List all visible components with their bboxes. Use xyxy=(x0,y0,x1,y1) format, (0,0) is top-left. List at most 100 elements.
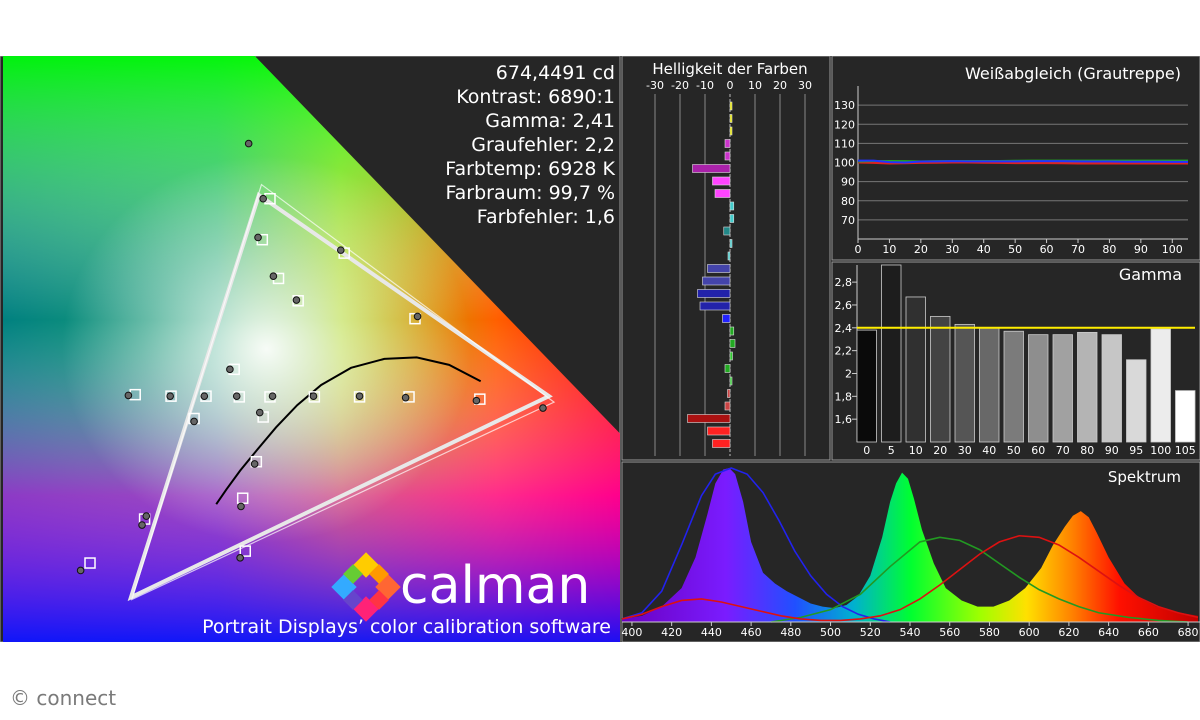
brightness-bar xyxy=(687,414,731,423)
wb-y-tick-label: 110 xyxy=(834,137,855,150)
wb-x-tick-label: 10 xyxy=(882,243,896,256)
stat-color-error: Farbfehler: 1,6 xyxy=(477,206,615,228)
brightness-bar xyxy=(707,426,731,436)
wb-y-tick-label: 100 xyxy=(834,157,855,170)
gamma-y-tick-label: 2,2 xyxy=(835,345,853,358)
gamma-x-tick-label: 50 xyxy=(1007,444,1021,457)
measured-point xyxy=(269,272,278,281)
gamma-bar xyxy=(930,315,951,443)
measured-point xyxy=(244,139,253,148)
wb-x-tick-label: 20 xyxy=(914,243,928,256)
brightness-bar xyxy=(729,351,733,361)
brightness-bar xyxy=(729,126,733,136)
gamma-x-tick-label: 40 xyxy=(982,444,996,457)
spectrum-title: Spektrum xyxy=(1108,468,1181,486)
gamma-bar xyxy=(905,296,926,443)
gamma-x-tick-label: 10 xyxy=(909,444,923,457)
brightness-bar xyxy=(727,389,731,398)
gamma-y-tick-label: 2,6 xyxy=(835,299,853,312)
gamma-chart: Gamma 1,6 1,8 2 2,2 2,4 2,6 2,8 0 5 10 20 30 40 50 60… xyxy=(831,261,1200,461)
wb-y-tick-label: 80 xyxy=(841,195,855,208)
measured-point xyxy=(401,393,410,402)
spectrum-x-tick-label: 520 xyxy=(860,626,881,639)
spectrum-x-tick-label: 480 xyxy=(780,626,801,639)
measured-point xyxy=(254,233,262,242)
measured-point xyxy=(472,396,481,405)
gamma-bar xyxy=(1150,328,1171,443)
brightness-bar xyxy=(707,264,731,273)
gamma-y-tick-label: 2,4 xyxy=(835,322,853,335)
cie-chromaticity-chart: 674,4491 cd Kontrast: 6890:1 Gamma: 2,41… xyxy=(0,55,621,643)
spectrum-x-tick-label: 500 xyxy=(820,626,841,639)
measured-point xyxy=(539,404,547,412)
brightness-bar xyxy=(729,114,733,123)
wb-y-tick-label: 120 xyxy=(834,118,855,131)
gamma-x-tick-label: 30 xyxy=(958,444,972,457)
measured-point xyxy=(268,392,277,400)
wb-x-tick-label: 0 xyxy=(855,243,862,256)
measured-point xyxy=(259,194,267,203)
brightness-chart: Helligkeit der Farben -30 -20 -10 0 10 20 30 xyxy=(621,55,831,461)
gamma-bar xyxy=(1126,359,1147,443)
spectrum-x-tick-label: 680 xyxy=(1178,626,1199,639)
gamma-bar xyxy=(1052,334,1073,443)
brightness-bar xyxy=(729,214,735,223)
brightness-bar xyxy=(697,289,731,298)
brightness-title: Helligkeit der Farben xyxy=(652,60,807,78)
brightness-bar xyxy=(727,251,731,261)
spectrum-x-tick-label: 440 xyxy=(701,626,722,639)
gamma-y-tick-label: 1,6 xyxy=(835,413,853,426)
brightness-bar xyxy=(729,376,733,386)
copyright-notice: © connect xyxy=(10,686,117,710)
stat-color-space: Farbraum: 99,7 % xyxy=(445,182,615,204)
stat-color-temp: Farbtemp: 6928 K xyxy=(445,158,615,180)
measured-point xyxy=(124,391,133,400)
brightness-bar xyxy=(729,339,736,348)
measured-point xyxy=(190,417,198,426)
gamma-bar xyxy=(1101,334,1122,443)
calman-wordmark: calman xyxy=(400,556,590,616)
brightness-bar xyxy=(724,151,731,161)
brightness-bar xyxy=(722,314,731,323)
gamma-bar xyxy=(1028,334,1049,443)
gamma-x-tick-label: 80 xyxy=(1080,444,1094,457)
measured-point xyxy=(336,246,345,254)
brightness-bar xyxy=(692,164,731,173)
gamma-bar xyxy=(1003,330,1024,443)
brightness-tick-label: -30 xyxy=(646,79,664,92)
report-canvas: 674,4491 cd Kontrast: 6890:1 Gamma: 2,41… xyxy=(0,55,1200,643)
measured-point xyxy=(250,460,259,468)
brightness-bar xyxy=(699,301,731,311)
wb-x-tick-label: 80 xyxy=(1102,243,1116,256)
measured-point xyxy=(232,392,241,400)
brightness-bar xyxy=(729,101,733,111)
wb-y-tick-label: 70 xyxy=(841,214,855,227)
white-balance-lines xyxy=(857,159,1188,165)
brightness-tick-label: -10 xyxy=(696,79,714,92)
brightness-tick-label: 30 xyxy=(798,79,812,92)
gamma-bar xyxy=(979,327,1000,443)
brightness-bar xyxy=(729,201,735,211)
gamma-bar xyxy=(1077,331,1098,443)
spectrum-x-tick-label: 640 xyxy=(1098,626,1119,639)
measured-point xyxy=(237,502,245,511)
gamma-title: Gamma xyxy=(1119,265,1182,284)
spectrum-x-tick-label: 540 xyxy=(900,626,921,639)
brightness-tick-label: -20 xyxy=(671,79,689,92)
gamma-x-tick-label: 100 xyxy=(1150,444,1171,457)
wb-x-tick-label: 50 xyxy=(1008,243,1022,256)
spectrum-x-tick-label: 460 xyxy=(741,626,762,639)
spectrum-x-tick-label: 420 xyxy=(661,626,682,639)
measured-point xyxy=(292,296,301,304)
wb-x-tick-label: 70 xyxy=(1071,243,1085,256)
gamma-x-tick-label: 105 xyxy=(1175,444,1196,457)
gamma-bar xyxy=(954,323,975,443)
spectrum-x-tick-label: 400 xyxy=(621,626,642,639)
wb-x-tick-label: 100 xyxy=(1162,243,1183,256)
gamma-x-tick-label: 70 xyxy=(1056,444,1070,457)
white-balance-title: Weißabgleich (Grautreppe) xyxy=(965,64,1181,83)
measured-point xyxy=(200,392,209,400)
wb-x-tick-label: 40 xyxy=(977,243,991,256)
brightness-bar xyxy=(723,226,731,236)
spectrum-x-tick-label: 600 xyxy=(1019,626,1040,639)
